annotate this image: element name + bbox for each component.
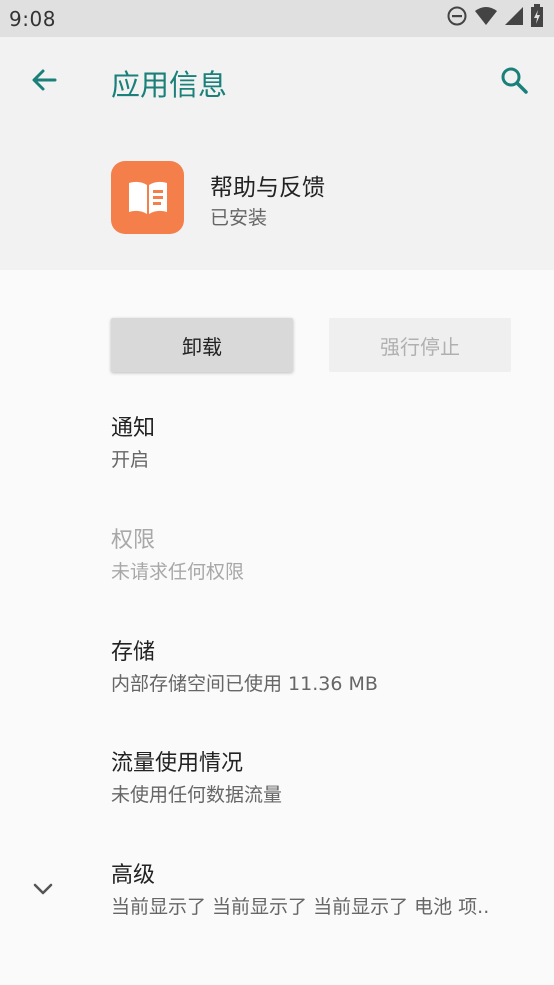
- item-title: 流量使用情况: [111, 751, 244, 776]
- chevron-down-icon[interactable]: [28, 874, 58, 904]
- force-stop-button[interactable]: 强行停止: [329, 318, 511, 372]
- search-button[interactable]: [496, 62, 532, 98]
- status-icons: [446, 4, 544, 32]
- app-install-status: 已安装: [210, 207, 268, 229]
- book-icon: [128, 181, 167, 214]
- app-name: 帮助与反馈: [210, 175, 325, 201]
- item-title: 通知: [111, 416, 156, 441]
- item-subtitle: 未使用任何数据流量: [111, 784, 283, 806]
- do-not-disturb-icon: [446, 5, 468, 31]
- signal-icon: [504, 5, 524, 31]
- item-subtitle: 开启: [111, 449, 150, 471]
- back-button[interactable]: [26, 62, 62, 98]
- item-subtitle: 当前显示了 当前显示了 当前显示了 电池 项..: [111, 896, 490, 918]
- app-header: [0, 37, 554, 270]
- item-subtitle: 未请求任何权限: [111, 561, 245, 583]
- status-bar: 9:08: [0, 0, 554, 37]
- advanced-item[interactable]: 高级 当前显示了 当前显示了 当前显示了 电池 项..: [111, 861, 489, 922]
- uninstall-button[interactable]: 卸载: [111, 318, 293, 372]
- item-title: 存储: [111, 640, 156, 665]
- item-title: 高级: [111, 863, 156, 888]
- item-title: 权限: [111, 528, 156, 553]
- storage-item[interactable]: 存储 内部存储空间已使用 11.36 MB: [111, 638, 378, 699]
- notifications-item[interactable]: 通知 开启: [111, 414, 155, 475]
- permissions-item[interactable]: 权限 未请求任何权限: [111, 526, 244, 587]
- status-time: 9:08: [9, 7, 56, 31]
- app-icon: [111, 161, 184, 234]
- back-arrow-icon: [32, 69, 57, 91]
- item-subtitle: 内部存储空间已使用 11.36 MB: [111, 673, 378, 695]
- search-icon: [501, 67, 528, 94]
- battery-icon: [530, 4, 544, 32]
- data-usage-item[interactable]: 流量使用情况 未使用任何数据流量: [111, 749, 282, 810]
- wifi-icon: [474, 5, 498, 31]
- page-title: 应用信息: [111, 68, 228, 102]
